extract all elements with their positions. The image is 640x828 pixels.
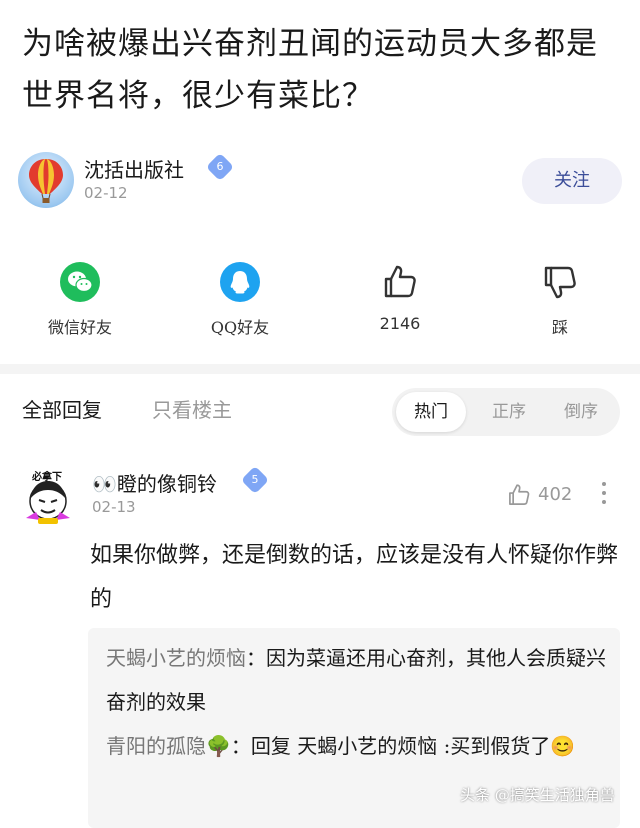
author-name[interactable]: 沈括出版社 [84, 154, 184, 183]
author-row: 沈括出版社 6 02-12 关注 [18, 150, 622, 210]
qq-icon [220, 262, 260, 302]
share-wechat-label: 微信好友 [47, 318, 112, 337]
reply-item: 青阳的孤隐🌳：回复 天蝎小艺的烦恼 :买到假货了😊 [106, 734, 576, 758]
like-count: 2146 [379, 314, 421, 333]
sort-toggle: 热门 正序 倒序 [392, 388, 620, 436]
more-options-icon[interactable] [600, 482, 608, 510]
comment-date: 02-13 [92, 498, 136, 516]
post-date: 02-12 [84, 184, 128, 202]
share-qq-label: QQ好友 [210, 318, 270, 337]
wechat-icon [60, 262, 100, 302]
dislike-button[interactable]: 踩 [510, 262, 610, 338]
comment-like-button[interactable]: 402 [506, 482, 572, 510]
avatar-text: 必拿下 [32, 472, 62, 483]
watermark: 头条 @搞笑生活独角兽 [460, 786, 615, 804]
reply-username[interactable]: 青阳的孤隐🌳 [106, 734, 231, 758]
thumbs-up-icon [384, 265, 416, 298]
share-wechat-button[interactable]: 微信好友 [30, 262, 130, 338]
reply-username[interactable]: 天蝎小艺的烦恼 [106, 646, 246, 670]
commenter-name[interactable]: 👀瞪的像铜铃 [92, 468, 217, 497]
commenter-level-badge: 5 [240, 465, 270, 495]
thumbs-down-icon [544, 266, 576, 299]
comment-like-count: 402 [538, 484, 573, 505]
section-divider [0, 364, 640, 374]
comment-body: 如果你做弊，还是倒数的话，应该是没有人怀疑你作弊的 [90, 543, 619, 612]
sort-hot-option[interactable]: 热门 [396, 392, 466, 432]
commenter-avatar[interactable]: 必拿下 [18, 468, 78, 528]
level-badge: 6 [205, 152, 235, 182]
reply-item: 天蝎小艺的烦恼：因为菜逼还用心奋剂，其他人会质疑兴奋剂的效果 [106, 646, 606, 714]
like-button[interactable]: 2146 [350, 262, 450, 333]
share-qq-button[interactable]: QQ好友 [190, 262, 290, 338]
tab-owner-only[interactable]: 只看楼主 [152, 394, 232, 423]
sort-asc-option[interactable]: 正序 [474, 388, 544, 436]
dislike-label: 踩 [551, 318, 568, 337]
hot-air-balloon-icon [29, 159, 63, 203]
reply-text: 回复 天蝎小艺的烦恼 :买到假货了😊 [250, 734, 576, 758]
tab-all-replies[interactable]: 全部回复 [22, 394, 102, 423]
sort-desc-option[interactable]: 倒序 [546, 388, 616, 436]
thumbs-up-icon [509, 484, 530, 505]
comment-item: 必拿下 👀瞪的像铜铃 5 02-13 402 如果你做弊，还是倒数的话，应该是没… [0, 462, 640, 828]
reply-tabs: 全部回复 只看楼主 热门 正序 倒序 [0, 386, 640, 438]
post-title: 为啥被爆出兴奋剂丑闻的运动员大多都是世界名将，很少有菜比？ [22, 26, 598, 114]
follow-button[interactable]: 关注 [522, 158, 622, 204]
author-avatar[interactable] [18, 152, 74, 208]
share-bar: 微信好友 QQ好友 2146 踩 [0, 262, 640, 342]
